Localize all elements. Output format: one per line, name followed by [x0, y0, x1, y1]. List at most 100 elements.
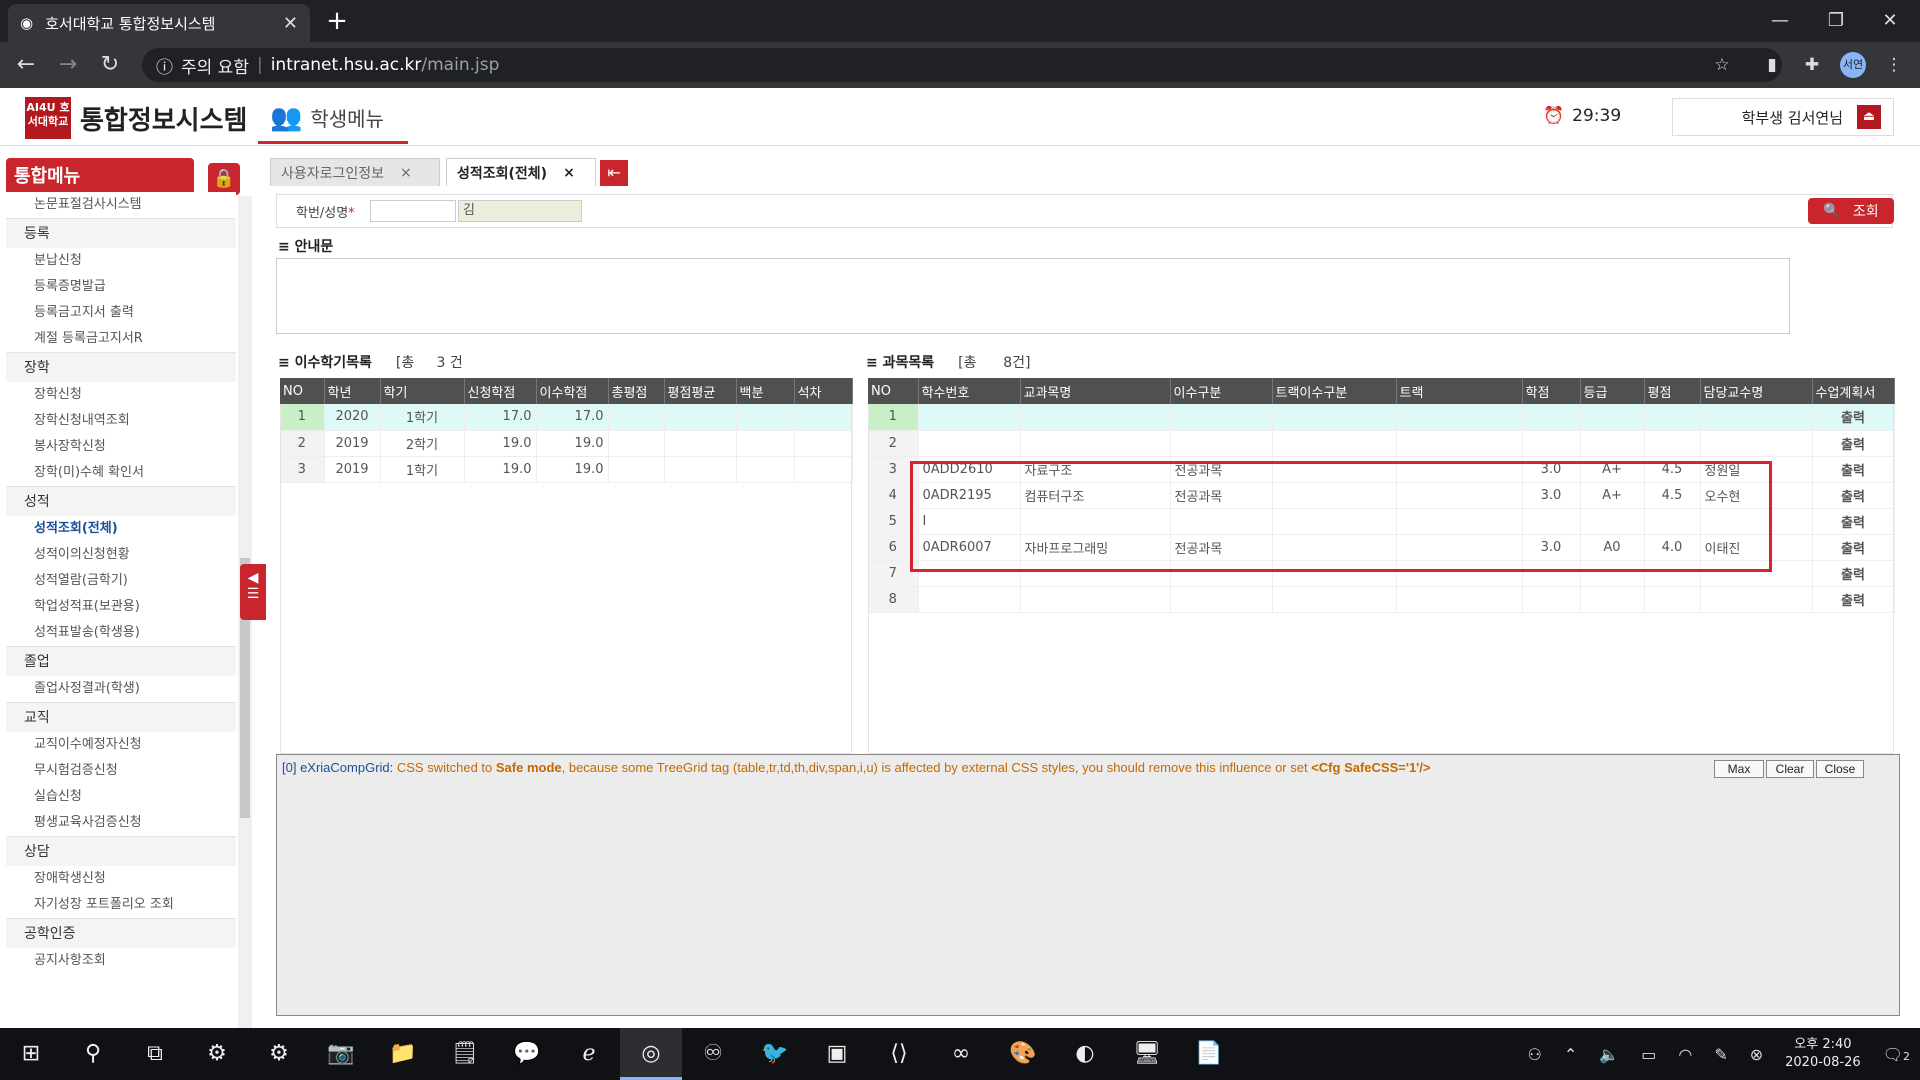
console-clear-button[interactable]: Clear	[1766, 760, 1814, 778]
column-header[interactable]: 석차	[794, 378, 853, 404]
sidebar-item[interactable]: 자기성장 포트폴리오 조회	[6, 892, 236, 918]
tab-user-login-info[interactable]: 사용자로그인정보 ×	[270, 158, 440, 186]
column-header[interactable]: 평점	[1644, 378, 1701, 404]
tab-close-icon[interactable]: ✕	[283, 13, 298, 34]
menu-kebab-icon[interactable]: ⋮	[1882, 53, 1906, 77]
sidebar-item[interactable]: 성적표발송(학생용)	[6, 620, 236, 646]
paint-icon[interactable]: 🎨	[992, 1028, 1054, 1080]
sidebar-item[interactable]: 실습신청	[6, 784, 236, 810]
column-header[interactable]: 트랙이수구분	[1272, 378, 1397, 404]
box-app-icon[interactable]: ▣	[806, 1028, 868, 1080]
sidebar-item[interactable]: 장학신청	[6, 382, 236, 408]
sidebar-item[interactable]: 공지사항조회	[6, 948, 236, 974]
remote-desktop-icon[interactable]: 🖥	[1116, 1028, 1178, 1080]
sidebar-group-header[interactable]: 장학	[6, 352, 236, 382]
column-header[interactable]: NO	[868, 378, 919, 404]
sidebar-item[interactable]: 등록증명발급	[6, 274, 236, 300]
chrome-icon[interactable]: ◎	[620, 1028, 682, 1080]
settings-gear-icon[interactable]: ⚙	[186, 1028, 248, 1080]
reload-icon[interactable]: ↻	[94, 49, 126, 81]
sticky-notes-icon[interactable]: 🗒	[434, 1028, 496, 1080]
student-menu-tab[interactable]: 👥 학생메뉴	[258, 94, 408, 144]
close-circle-icon[interactable]: ⊗	[1750, 1045, 1763, 1064]
console-max-button[interactable]: Max	[1714, 760, 1764, 778]
sidebar-item[interactable]: 교직이수예정자신청	[6, 732, 236, 758]
sidebar-group-header[interactable]: 교직	[6, 702, 236, 732]
column-header[interactable]: 학년	[324, 378, 381, 404]
back-icon[interactable]: ←	[10, 49, 42, 81]
tab-close-icon[interactable]: ×	[400, 165, 412, 181]
puzzle-icon[interactable]: ✚	[1800, 53, 1824, 77]
lock-icon[interactable]: 🔒	[208, 163, 240, 195]
column-header[interactable]: 평점평균	[664, 378, 737, 404]
search-button[interactable]: 🔍 조회	[1808, 198, 1894, 224]
chevron-up-icon[interactable]: ⌃	[1564, 1045, 1577, 1064]
sidebar-item[interactable]: 무시험검증신청	[6, 758, 236, 784]
window-close-icon[interactable]: ✕	[1870, 6, 1910, 36]
student-name-input[interactable]: 김	[458, 200, 582, 222]
sidebar-group-header[interactable]: 졸업	[6, 646, 236, 676]
sidebar-item[interactable]: 등록금고지서 출력	[6, 300, 236, 326]
url-input[interactable]: ⓘ 주의 요함 | intranet.hsu.ac.kr/main.jsp	[142, 48, 1782, 82]
camera-icon[interactable]: 📷	[310, 1028, 372, 1080]
column-header[interactable]: 교과목명	[1020, 378, 1171, 404]
column-header[interactable]: 이수학점	[536, 378, 609, 404]
sidebar-group-header[interactable]: 상담	[6, 836, 236, 866]
kakaotalk-icon[interactable]: 💬	[496, 1028, 558, 1080]
task-view-icon[interactable]: ⧉	[124, 1028, 186, 1080]
sidebar-item[interactable]: 성적열람(금학기)	[6, 568, 236, 594]
people-icon[interactable]: ⚇	[1528, 1045, 1542, 1064]
sidebar-group-header[interactable]: 공학인증	[6, 918, 236, 948]
sidebar-group-header[interactable]: 성적	[6, 486, 236, 516]
wifi-icon[interactable]: ◠	[1678, 1045, 1692, 1064]
info-icon[interactable]: ⓘ	[156, 53, 173, 78]
column-header[interactable]: 백분	[736, 378, 795, 404]
column-header[interactable]: 이수구분	[1170, 378, 1273, 404]
column-header[interactable]: 학기	[380, 378, 465, 404]
sidebar-item[interactable]: 분납신청	[6, 248, 236, 274]
sidebar-item[interactable]: 졸업사정결과(학생)	[6, 676, 236, 702]
document-icon[interactable]: 📄	[1178, 1028, 1240, 1080]
tab-grade-inquiry[interactable]: 성적조회(전체) ×	[446, 158, 596, 186]
volume-icon[interactable]: 🔈	[1599, 1045, 1619, 1064]
maximize-icon[interactable]: ❐	[1816, 6, 1856, 36]
sidebar-item[interactable]: 성적조회(전체)	[6, 516, 236, 542]
student-id-input[interactable]	[370, 200, 456, 222]
windows-start-icon[interactable]: ⊞	[0, 1028, 62, 1080]
search-icon[interactable]: ⚲	[62, 1028, 124, 1080]
visual-studio-icon[interactable]: ∞	[930, 1028, 992, 1080]
sidebar-collapse-handle[interactable]: ◀ ☰	[240, 564, 266, 620]
column-header[interactable]: 학수번호	[918, 378, 1021, 404]
folder-icon[interactable]: 📁	[372, 1028, 434, 1080]
tab-close-icon[interactable]: ×	[563, 165, 575, 181]
vscode-icon[interactable]: ⟨⟩	[868, 1028, 930, 1080]
column-header[interactable]: 수업계획서	[1812, 378, 1895, 404]
edge-browser-icon[interactable]: ℯ	[558, 1028, 620, 1080]
sidebar-item[interactable]: 장애학생신청	[6, 866, 236, 892]
swift-bird-icon[interactable]: 🐦	[744, 1028, 806, 1080]
profile-avatar[interactable]: 서연	[1840, 52, 1866, 78]
column-header[interactable]: NO	[280, 378, 325, 404]
sidebar-item[interactable]: 계절 등록금고지서R	[6, 326, 236, 352]
logout-icon[interactable]: ⏏	[1857, 105, 1881, 129]
column-header[interactable]: 총평점	[608, 378, 665, 404]
bookmark-star-icon[interactable]: ☆	[1710, 53, 1734, 77]
column-header[interactable]: 트랙	[1396, 378, 1523, 404]
system-clock[interactable]: 오후 2:40 2020-08-26	[1785, 1036, 1861, 1072]
console-close-button[interactable]: Close	[1816, 760, 1864, 778]
browser-tab[interactable]: ◉ 호서대학교 통합정보시스템 ✕	[8, 4, 310, 42]
sidebar-item[interactable]: 학업성적표(보관용)	[6, 594, 236, 620]
notification-icon[interactable]: 🗨2	[1883, 1045, 1910, 1064]
app-red-icon[interactable]: ♾	[682, 1028, 744, 1080]
eclipse-icon[interactable]: ◐	[1054, 1028, 1116, 1080]
settings-alt-icon[interactable]: ⚙	[248, 1028, 310, 1080]
minimize-icon[interactable]: —	[1760, 6, 1800, 36]
extension-icon[interactable]: ▮	[1760, 53, 1784, 77]
column-header[interactable]: 담당교수명	[1700, 378, 1813, 404]
tab-expand-icon[interactable]: ⇤	[600, 160, 628, 186]
sidebar-item[interactable]: 평생교육사검증신청	[6, 810, 236, 836]
column-header[interactable]: 학점	[1522, 378, 1581, 404]
sidebar-group-header[interactable]: 등록	[6, 218, 236, 248]
sidebar-item[interactable]: 장학(미)수혜 확인서	[6, 460, 236, 486]
battery-icon[interactable]: ▭	[1641, 1045, 1656, 1064]
